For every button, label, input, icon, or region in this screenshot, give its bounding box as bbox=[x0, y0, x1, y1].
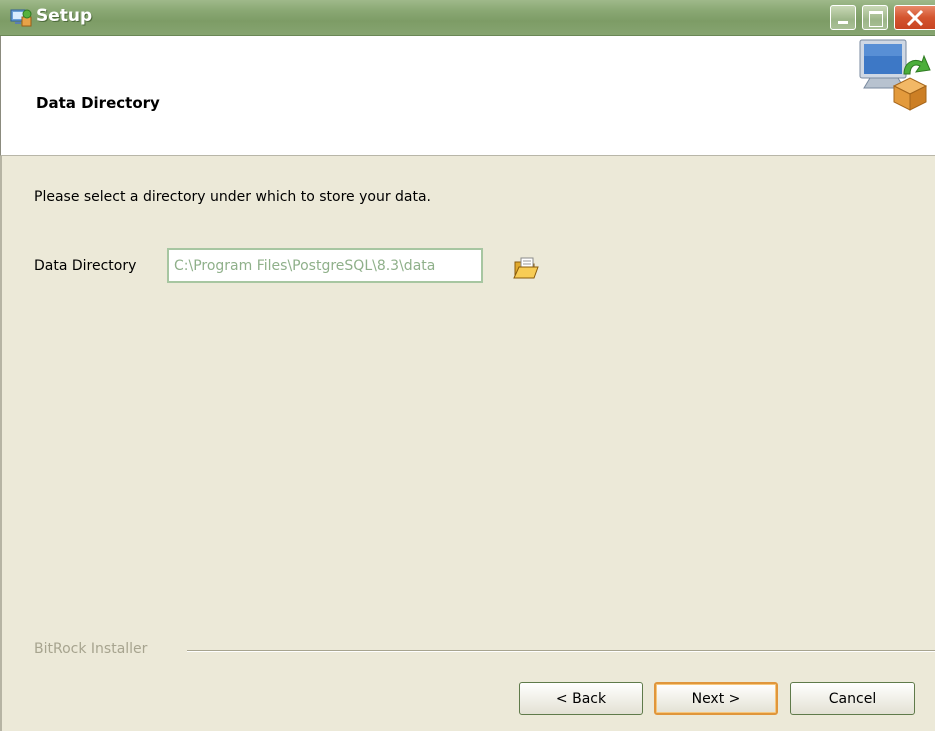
window-title: Setup bbox=[36, 6, 93, 26]
data-directory-input[interactable] bbox=[167, 248, 483, 283]
installer-brand-label: BitRock Installer bbox=[34, 641, 148, 657]
wizard-header: Data Directory bbox=[0, 36, 935, 156]
folder-open-icon[interactable] bbox=[512, 254, 540, 282]
installer-computer-box-icon bbox=[859, 39, 931, 111]
data-directory-label: Data Directory bbox=[34, 258, 137, 274]
maximize-button[interactable] bbox=[862, 5, 888, 30]
page-title: Data Directory bbox=[36, 94, 160, 112]
window-left-border bbox=[0, 156, 2, 731]
close-icon bbox=[906, 9, 924, 27]
title-bar[interactable]: Setup bbox=[0, 0, 935, 36]
instruction-text: Please select a directory under which to… bbox=[34, 189, 432, 205]
back-button[interactable]: < Back bbox=[519, 682, 643, 715]
cancel-button[interactable]: Cancel bbox=[790, 682, 915, 715]
setup-app-icon bbox=[10, 9, 32, 27]
next-button[interactable]: Next > bbox=[654, 682, 778, 715]
footer-divider bbox=[187, 650, 935, 652]
close-button[interactable] bbox=[894, 5, 935, 30]
minimize-button[interactable] bbox=[830, 5, 856, 30]
